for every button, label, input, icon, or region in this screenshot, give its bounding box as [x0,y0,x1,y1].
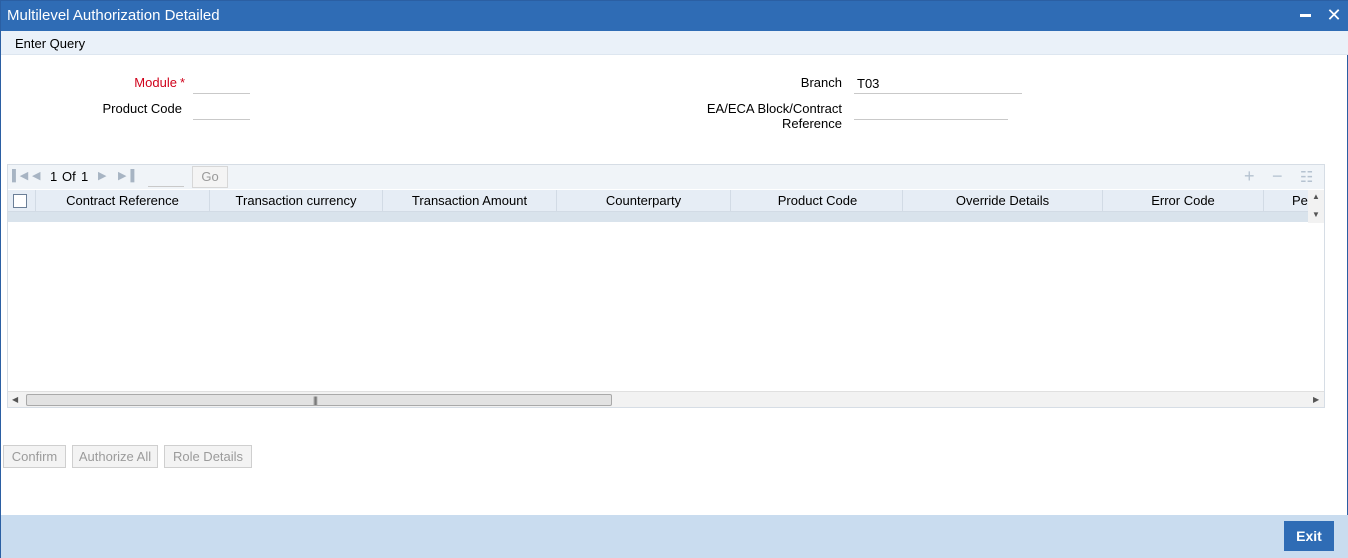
previous-page-icon[interactable]: ◀ [32,169,40,182]
single-view-icon[interactable]: ☷ [1300,168,1313,186]
ea-eca-block-field[interactable] [854,100,1008,120]
col-override-details[interactable]: Override Details [903,193,1102,208]
current-page: 1 [50,169,58,184]
product-code-label: Product Code [102,101,183,116]
col-contract-reference[interactable]: Contract Reference [36,193,209,208]
grid-header: Contract Reference Transaction currency … [8,190,1308,212]
last-page-icon[interactable]: ▶▐ [118,169,134,182]
col-transaction-amount[interactable]: Transaction Amount [383,193,556,208]
ea-label-line2: Reference [782,116,842,131]
exit-button[interactable]: Exit [1284,521,1334,551]
horizontal-scrollbar[interactable]: ◀ ||| ▶ [8,391,1324,407]
branch-label: Branch [800,75,842,90]
col-transaction-currency[interactable]: Transaction currency [210,193,382,208]
col-error-code[interactable]: Error Code [1103,193,1263,208]
add-row-icon[interactable]: + [1244,166,1255,187]
close-icon[interactable]: ✕ [1324,5,1344,25]
col-product-code[interactable]: Product Code [731,193,904,208]
empty-row [8,212,1308,222]
ea-label-line1: EA/ECA Block/Contract [706,101,842,116]
product-code-field[interactable] [193,100,250,120]
menu-toolbar: Enter Query [1,31,1348,55]
horizontal-scroll-thumb[interactable]: ||| [26,394,612,406]
scroll-right-icon[interactable]: ▶ [1313,395,1319,404]
scroll-up-icon[interactable]: ▲ [1312,192,1320,201]
grid-toolbar: ▌◀ ◀ 1 Of 1 ▶ ▶▐ Go + − ☷ [8,165,1324,189]
title-bar: Multilevel Authorization Detailed ✕ [1,1,1348,31]
ea-eca-block-label: EA/ECA Block/Contract Reference [661,101,842,131]
module-label-text: Module [134,75,177,90]
window-title: Multilevel Authorization Detailed [7,7,220,24]
go-button[interactable]: Go [192,166,228,188]
next-page-icon[interactable]: ▶ [98,169,106,182]
main-window: Multilevel Authorization Detailed ✕ Ente… [0,0,1348,558]
page-number-input[interactable] [148,169,184,187]
col-pe[interactable]: Pe [1292,193,1308,208]
total-pages: 1 [81,169,89,184]
scroll-down-icon[interactable]: ▼ [1312,210,1320,219]
role-details-button[interactable]: Role Details [164,445,252,468]
select-all-checkbox[interactable] [13,194,27,208]
module-label: Module * [91,75,185,90]
scroll-left-icon[interactable]: ◀ [12,395,18,404]
branch-field[interactable] [854,74,1022,94]
page-of-label: Of [62,169,76,184]
enter-query-button[interactable]: Enter Query [15,36,85,51]
vertical-scrollbar[interactable]: ▲ ▼ [1308,190,1324,223]
module-field[interactable] [193,74,250,94]
authorize-all-button[interactable]: Authorize All [72,445,158,468]
minimize-icon[interactable] [1295,5,1315,25]
first-page-icon[interactable]: ▌◀ [12,169,28,182]
delete-row-icon[interactable]: − [1272,166,1283,187]
col-counterparty[interactable]: Counterparty [557,193,730,208]
footer-bar: Exit [1,515,1348,558]
confirm-button[interactable]: Confirm [3,445,66,468]
scroll-grip-icon: ||| [313,395,318,405]
authorization-grid: ▌◀ ◀ 1 Of 1 ▶ ▶▐ Go + − ☷ Contract Refer… [7,164,1325,408]
required-marker: * [179,75,185,90]
column-separator [1263,190,1264,211]
